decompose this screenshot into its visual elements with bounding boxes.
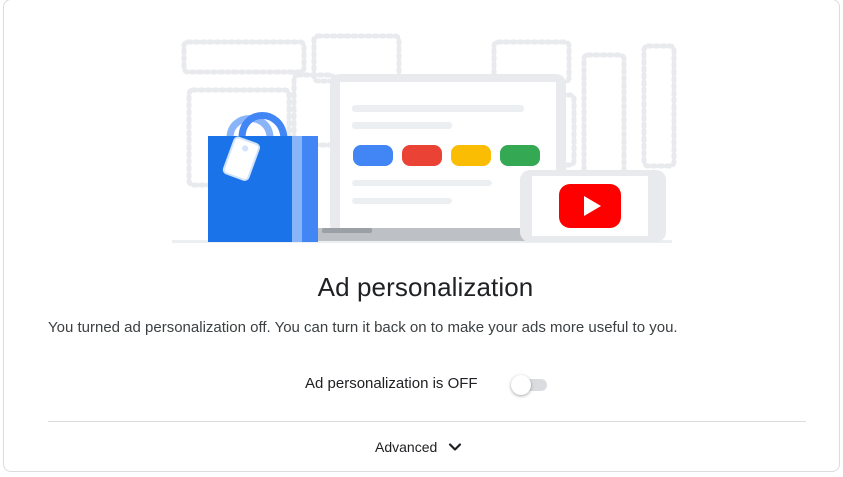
advanced-button[interactable]: Advanced [369,436,463,458]
ad-personalization-card: Ad personalization You turned ad persona… [3,0,840,472]
description-text: You turned ad personalization off. You c… [48,319,678,336]
ad-personalization-toggle[interactable] [509,374,549,395]
divider [48,421,806,422]
page-title: Ad personalization [317,272,534,302]
hero-illustration [172,33,677,243]
chevron-down-icon [449,443,462,451]
advanced-label: Advanced [375,439,438,455]
toggle-thumb [511,375,531,395]
yellow-dot [451,145,491,166]
red-dot [402,145,442,166]
toggle-label: Ad personalization is OFF [305,375,478,392]
toggle-row: Ad personalization is OFF [4,373,843,395]
blue-dot [353,145,393,166]
shopping-bag-illustration [208,112,318,242]
green-dot [500,145,540,166]
phone-illustration [520,170,666,242]
